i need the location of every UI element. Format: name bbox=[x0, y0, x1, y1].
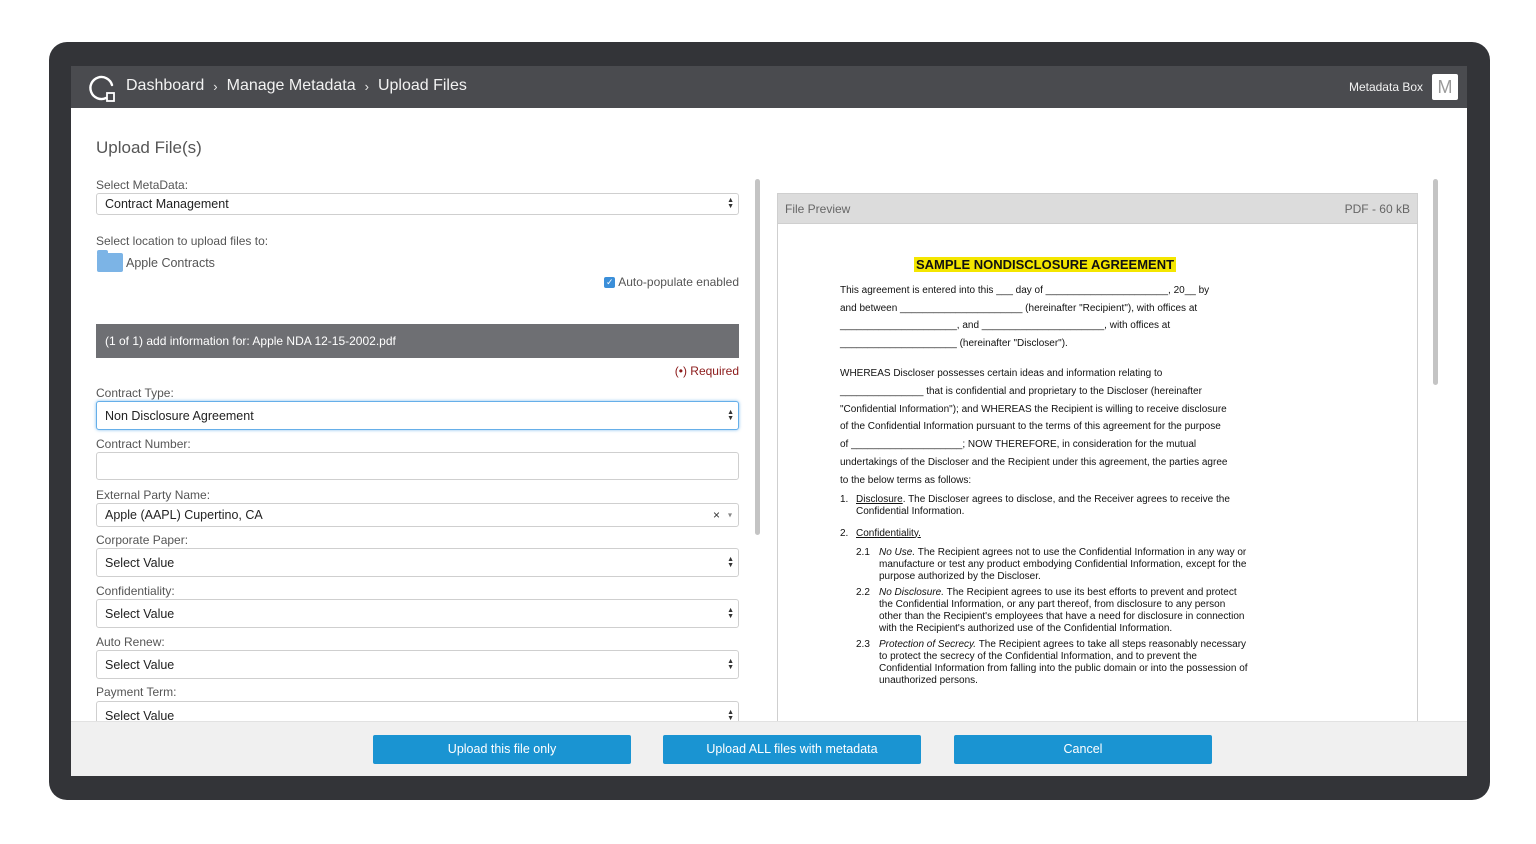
upload-all-files-button[interactable]: Upload ALL files with metadata bbox=[663, 735, 921, 764]
metadata-select[interactable]: Contract Management ▲ ▼ bbox=[96, 193, 739, 215]
location-folder-name: Apple Contracts bbox=[126, 255, 215, 270]
action-footer: Upload this file only Upload ALL files w… bbox=[71, 721, 1467, 776]
upload-form: Select MetaData: Contract Management ▲ ▼ … bbox=[96, 176, 739, 730]
confidentiality-value: Select Value bbox=[105, 606, 175, 621]
contract-number-input[interactable] bbox=[96, 452, 739, 480]
corporate-paper-select[interactable]: Select Value ▲ ▼ bbox=[96, 548, 739, 577]
file-info: PDF - 60 kB bbox=[1344, 201, 1410, 216]
select-arrows-icon: ▲ ▼ bbox=[727, 408, 734, 422]
page-title: Upload File(s) bbox=[96, 138, 202, 157]
external-party-value: Apple (AAPL) Cupertino, CA bbox=[105, 508, 263, 522]
select-arrows-icon: ▲ ▼ bbox=[727, 708, 734, 722]
chevron-right-icon: › bbox=[213, 78, 218, 94]
form-scrollbar[interactable] bbox=[755, 179, 760, 535]
document-line: undertakings of the Discloser and the Re… bbox=[840, 456, 1228, 468]
file-preview-label: File Preview bbox=[785, 201, 851, 216]
corporate-paper-label: Corporate Paper: bbox=[96, 533, 189, 547]
folder-icon bbox=[97, 250, 123, 272]
chevron-right-icon: › bbox=[364, 78, 369, 94]
caret-down-icon[interactable]: ▾ bbox=[728, 511, 732, 520]
corporate-paper-value: Select Value bbox=[105, 555, 175, 570]
document-line: _______________ that is confidential and… bbox=[840, 385, 1202, 397]
auto-renew-label: Auto Renew: bbox=[96, 635, 165, 649]
external-party-label: External Party Name: bbox=[96, 488, 211, 502]
confidentiality-select[interactable]: Select Value ▲ ▼ bbox=[96, 599, 739, 628]
document-line: and between ______________________ (here… bbox=[840, 302, 1198, 314]
select-arrows-icon: ▲ ▼ bbox=[727, 197, 734, 210]
document-line: _____________________, and _____________… bbox=[840, 320, 1171, 332]
app-window: Dashboard › Manage Metadata › Upload Fil… bbox=[71, 66, 1467, 776]
metadata-select-value: Contract Management bbox=[105, 197, 229, 211]
auto-renew-value: Select Value bbox=[105, 657, 175, 672]
top-nav-bar: Dashboard › Manage Metadata › Upload Fil… bbox=[71, 66, 1467, 108]
breadcrumb: Dashboard › Manage Metadata › Upload Fil… bbox=[126, 77, 467, 95]
upload-this-file-button[interactable]: Upload this file only bbox=[373, 735, 631, 764]
external-party-combobox[interactable]: Apple (AAPL) Cupertino, CA × ▾ bbox=[96, 503, 739, 527]
contract-type-select[interactable]: Non Disclosure Agreement ▲ ▼ bbox=[96, 401, 739, 430]
breadcrumb-upload-files: Upload Files bbox=[377, 77, 467, 94]
contract-type-value: Non Disclosure Agreement bbox=[105, 408, 254, 423]
document-title: SAMPLE NONDISCLOSURE AGREEMENT bbox=[913, 257, 1177, 272]
clause-2: 2. Confidentiality. bbox=[840, 527, 921, 539]
document-line: "Confidential Information"); and WHEREAS… bbox=[840, 403, 1227, 415]
avatar[interactable]: M bbox=[1432, 74, 1458, 100]
document-line: to the below terms as follows: bbox=[840, 474, 972, 486]
autopopulate-label: Auto-populate enabled bbox=[618, 275, 739, 289]
document-line: _____________________ (hereinafter "Disc… bbox=[840, 338, 1068, 350]
breadcrumb-dashboard[interactable]: Dashboard bbox=[126, 77, 204, 95]
clear-icon[interactable]: × bbox=[713, 508, 720, 522]
file-preview-header: File Preview PDF - 60 kB bbox=[778, 194, 1417, 224]
document-line: WHEREAS Discloser possesses certain idea… bbox=[840, 367, 1163, 379]
preview-scrollbar[interactable] bbox=[1433, 179, 1438, 385]
location-folder[interactable]: Apple Contracts bbox=[97, 250, 215, 272]
document-line: of ____________________; NOW THEREFORE, … bbox=[840, 439, 1197, 451]
contract-number-label: Contract Number: bbox=[96, 437, 191, 451]
file-info-header: (1 of 1) add information for: Apple NDA … bbox=[96, 324, 739, 358]
select-arrows-icon: ▲ ▼ bbox=[727, 657, 734, 671]
document-line: This agreement is entered into this ___ … bbox=[840, 284, 1210, 296]
required-note: (•) Required bbox=[674, 364, 739, 378]
metadata-label: Select MetaData: bbox=[96, 178, 189, 192]
file-preview-panel: File Preview PDF - 60 kB SAMPLE NONDISCL… bbox=[777, 193, 1418, 776]
payment-term-label: Payment Term: bbox=[96, 685, 177, 699]
account-name[interactable]: Metadata Box bbox=[1349, 80, 1423, 94]
clause-2-1: 2.1 No Use. The Recipient agrees not to … bbox=[856, 546, 1247, 582]
app-logo-icon[interactable] bbox=[87, 73, 117, 103]
cancel-button[interactable]: Cancel bbox=[954, 735, 1212, 764]
clause-2-2: 2.2 No Disclosure. The Recipient agrees … bbox=[856, 586, 1245, 634]
breadcrumb-manage-metadata[interactable]: Manage Metadata bbox=[227, 77, 356, 95]
select-arrows-icon: ▲ ▼ bbox=[727, 555, 734, 569]
select-arrows-icon: ▲ ▼ bbox=[727, 606, 734, 620]
clause-2-3: 2.3 Protection of Secrecy. The Recipient… bbox=[856, 638, 1248, 686]
contract-type-label: Contract Type: bbox=[96, 386, 174, 400]
clause-1: 1. Disclosure. The Discloser agrees to d… bbox=[840, 493, 1230, 517]
auto-renew-select[interactable]: Select Value ▲ ▼ bbox=[96, 650, 739, 679]
document-page: SAMPLE NONDISCLOSURE AGREEMENT This agre… bbox=[840, 256, 1250, 687]
location-label: Select location to upload files to: bbox=[96, 234, 269, 248]
confidentiality-label: Confidentiality: bbox=[96, 584, 175, 598]
document-line: of the Confidential Information pursuant… bbox=[840, 421, 1221, 433]
checkmark-icon: ✓ bbox=[604, 276, 616, 288]
autopopulate-checkbox[interactable]: ✓ Auto-populate enabled bbox=[604, 275, 739, 289]
